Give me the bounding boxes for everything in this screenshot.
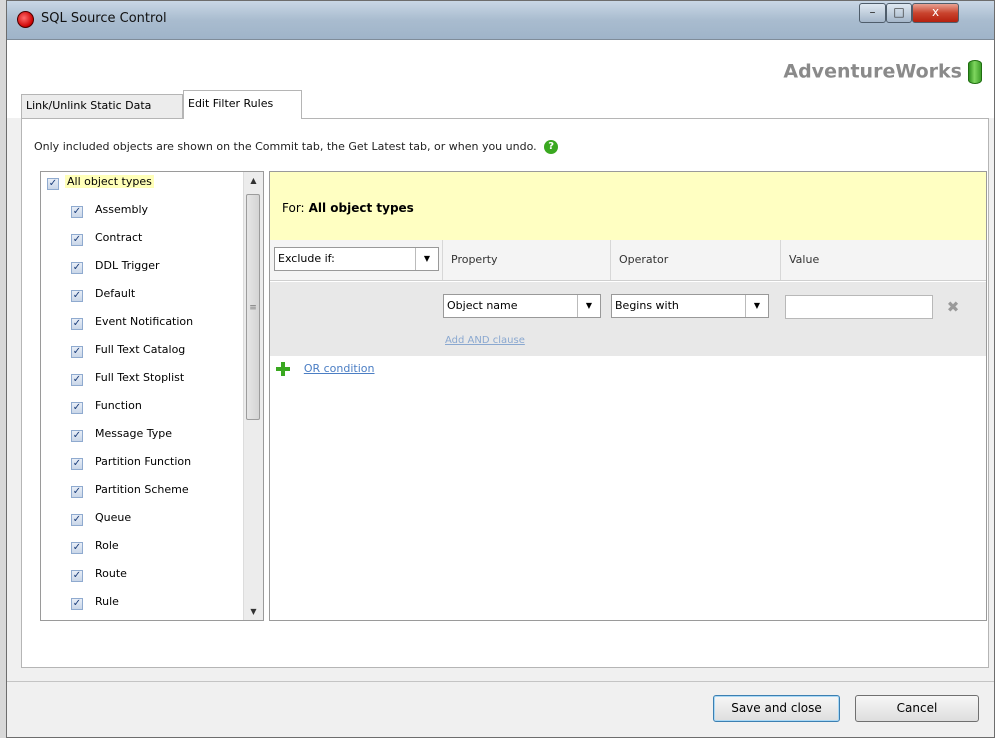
tab-edit-filter-rules[interactable]: Edit Filter Rules	[183, 90, 302, 119]
for-label: For:	[282, 201, 305, 215]
exclude-if-value: Exclude if:	[278, 252, 335, 265]
for-bar: For: All object types	[270, 172, 986, 241]
checkbox[interactable]: ✓	[71, 234, 83, 246]
list-item-label: Default	[95, 287, 136, 300]
help-icon[interactable]: ?	[544, 140, 559, 154]
window-title: SQL Source Control	[41, 11, 167, 26]
list-item-label: Queue	[95, 511, 132, 524]
list-item-label: Rule	[95, 595, 119, 608]
object-types-list: ✓ All object types ✓ Assembly ✓ Contract…	[40, 171, 264, 621]
for-line: For: All object types	[282, 201, 414, 215]
filter-rules-panel: For: All object types Exclude if: ▼ Prope…	[269, 171, 987, 621]
checkbox[interactable]: ✓	[71, 486, 83, 498]
chevron-down-icon: ▼	[415, 248, 438, 270]
list-item-label: Message Type	[95, 427, 172, 440]
checkbox[interactable]: ✓	[71, 514, 83, 526]
dialog-footer: Save and close Cancel	[7, 681, 994, 737]
sql-source-control-window: SQL Source Control – □ x AdventureWorks …	[6, 0, 995, 738]
database-name: AdventureWorks	[783, 60, 962, 83]
list-item-label: Full Text Stoplist	[95, 371, 185, 384]
condition-group: Object name ▼ Begins with ▼	[270, 282, 986, 356]
column-header-operator: Operator	[610, 240, 780, 280]
checkbox[interactable]: ✓	[71, 290, 83, 302]
tab-link-unlink-static-data[interactable]: Link/Unlink Static Data	[21, 94, 183, 118]
list-item-label: Partition Function	[95, 455, 192, 468]
cancel-button[interactable]: Cancel	[855, 695, 979, 722]
list-item-label: Function	[95, 399, 142, 412]
database-cylinder-icon	[968, 60, 982, 84]
exclude-if-dropdown[interactable]: Exclude if: ▼	[274, 247, 439, 271]
save-and-close-button[interactable]: Save and close	[713, 695, 840, 722]
value-input[interactable]	[785, 295, 933, 319]
checkbox[interactable]: ✓	[71, 570, 83, 582]
close-button[interactable]: x	[912, 3, 959, 23]
checkbox[interactable]: ✓	[71, 458, 83, 470]
database-name-label: AdventureWorks	[783, 60, 982, 84]
list-item-label: Assembly	[95, 203, 149, 216]
list-scrollbar[interactable]: ▲ ≡ ▼	[243, 172, 263, 620]
maximize-button[interactable]: □	[886, 3, 912, 23]
chevron-down-icon: ▼	[745, 295, 768, 317]
column-header-value: Value	[780, 240, 952, 280]
info-text: Only included objects are shown on the C…	[34, 140, 537, 153]
column-header-property: Property	[442, 240, 610, 280]
list-item-label: DDL Trigger	[95, 259, 160, 272]
operator-value: Begins with	[615, 299, 679, 312]
operator-dropdown[interactable]: Begins with ▼	[611, 294, 769, 318]
add-and-clause-link[interactable]: Add AND clause	[445, 335, 525, 346]
rule-header-row: Exclude if: ▼ Property Operator Value	[270, 240, 986, 281]
checkbox[interactable]: ✓	[71, 598, 83, 610]
checkbox[interactable]: ✓	[71, 402, 83, 414]
info-line: Only included objects are shown on the C…	[34, 140, 559, 154]
property-dropdown[interactable]: Object name ▼	[443, 294, 601, 318]
delete-condition-icon[interactable]: ✖	[945, 299, 961, 315]
checkbox[interactable]: ✓	[71, 430, 83, 442]
scroll-thumb[interactable]: ≡	[246, 194, 260, 420]
or-condition-link[interactable]: OR condition	[304, 362, 375, 375]
for-value: All object types	[308, 201, 414, 215]
checkbox[interactable]: ✓	[71, 262, 83, 274]
checkbox[interactable]: ✓	[71, 374, 83, 386]
add-plus-icon[interactable]	[276, 361, 290, 376]
scroll-down-arrow-icon[interactable]: ▼	[244, 603, 263, 620]
or-condition-row[interactable]: OR condition	[276, 361, 375, 376]
list-item-label: All object types	[65, 175, 154, 188]
list-item-label: Route	[95, 567, 127, 580]
checkbox-all-object-types[interactable]: ✓	[47, 178, 59, 190]
checkbox[interactable]: ✓	[71, 318, 83, 330]
list-item-label: Partition Scheme	[95, 483, 189, 496]
property-value: Object name	[447, 299, 518, 312]
checkbox[interactable]: ✓	[71, 542, 83, 554]
list-item-label: Event Notification	[95, 315, 194, 328]
checkbox[interactable]: ✓	[71, 346, 83, 358]
sql-source-control-icon	[17, 11, 34, 28]
minimize-button[interactable]: –	[859, 3, 886, 23]
title-bar[interactable]: SQL Source Control – □ x	[7, 1, 994, 40]
list-item-label: Contract	[95, 231, 143, 244]
scroll-up-arrow-icon[interactable]: ▲	[244, 172, 263, 189]
list-item-label: Role	[95, 539, 119, 552]
chevron-down-icon: ▼	[577, 295, 600, 317]
list-item-label: Full Text Catalog	[95, 343, 186, 356]
checkbox[interactable]: ✓	[71, 206, 83, 218]
